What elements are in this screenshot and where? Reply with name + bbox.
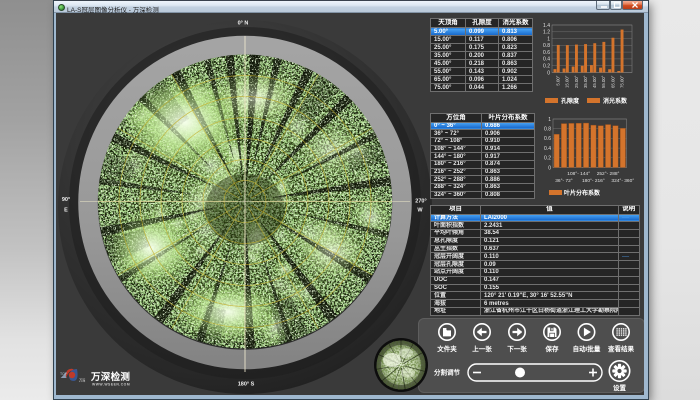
svg-text:0.6: 0.6 <box>543 50 550 56</box>
svg-text:0.8: 0.8 <box>543 43 550 49</box>
svg-text:TOP: TOP <box>60 372 68 376</box>
svg-text:108°- 144°: 108°- 144° <box>567 171 590 177</box>
svg-text:36°- 72°: 36°- 72° <box>555 178 573 184</box>
svg-text:万深: 万深 <box>79 378 86 383</box>
svg-text:下一张: 下一张 <box>507 344 527 353</box>
svg-text:55.00°: 55.00° <box>601 75 606 88</box>
svg-text:1.2: 1.2 <box>543 30 550 36</box>
svg-text:252°- 288°: 252°- 288° <box>597 171 620 177</box>
svg-text:0.2: 0.2 <box>544 156 551 162</box>
svg-text:WWW.WSEEN.COM: WWW.WSEEN.COM <box>92 383 130 387</box>
svg-text:上一张: 上一张 <box>472 344 492 353</box>
svg-text:1: 1 <box>548 117 551 123</box>
svg-text:180°- 216°: 180°- 216° <box>582 178 605 184</box>
svg-text:5.00°: 5.00° <box>556 75 561 85</box>
svg-text:万深检测: 万深检测 <box>90 371 130 383</box>
svg-text:0° N: 0° N <box>238 21 249 27</box>
svg-text:0.2: 0.2 <box>543 64 550 70</box>
svg-text:270°: 270° <box>415 199 426 205</box>
svg-text:W: W <box>417 208 423 214</box>
svg-text:设置: 设置 <box>613 383 627 392</box>
svg-text:0.4: 0.4 <box>543 57 550 63</box>
svg-text:自动/批量: 自动/批量 <box>573 344 601 353</box>
svg-text:75.00°: 75.00° <box>619 75 624 88</box>
svg-text:1.4: 1.4 <box>543 23 550 29</box>
svg-text:45.00°: 45.00° <box>592 75 597 88</box>
svg-text:25.00°: 25.00° <box>574 75 579 88</box>
svg-text:0.8: 0.8 <box>544 127 551 133</box>
svg-text:0: 0 <box>547 70 550 76</box>
svg-text:35.00°: 35.00° <box>583 75 588 88</box>
svg-text:叶片分布系数: 叶片分布系数 <box>564 189 601 197</box>
svg-text:消光系数: 消光系数 <box>603 97 628 105</box>
svg-text:15.00°: 15.00° <box>565 75 570 88</box>
svg-text:324°- 360°: 324°- 360° <box>611 178 634 184</box>
svg-text:E: E <box>64 208 68 214</box>
svg-text:孔隙度: 孔隙度 <box>561 97 580 105</box>
svg-text:查看结果: 查看结果 <box>608 344 635 353</box>
svg-text:0.6: 0.6 <box>544 136 551 142</box>
svg-text:0: 0 <box>548 165 551 171</box>
svg-text:90°: 90° <box>62 197 70 203</box>
svg-text:1: 1 <box>547 36 550 42</box>
svg-text:保存: 保存 <box>545 344 560 353</box>
svg-text:0.4: 0.4 <box>544 146 551 152</box>
svg-text:分割调节: 分割调节 <box>434 368 461 377</box>
svg-text:180° S: 180° S <box>238 382 255 388</box>
svg-text:文件夹: 文件夹 <box>436 344 457 353</box>
svg-text:65.00°: 65.00° <box>610 75 615 88</box>
